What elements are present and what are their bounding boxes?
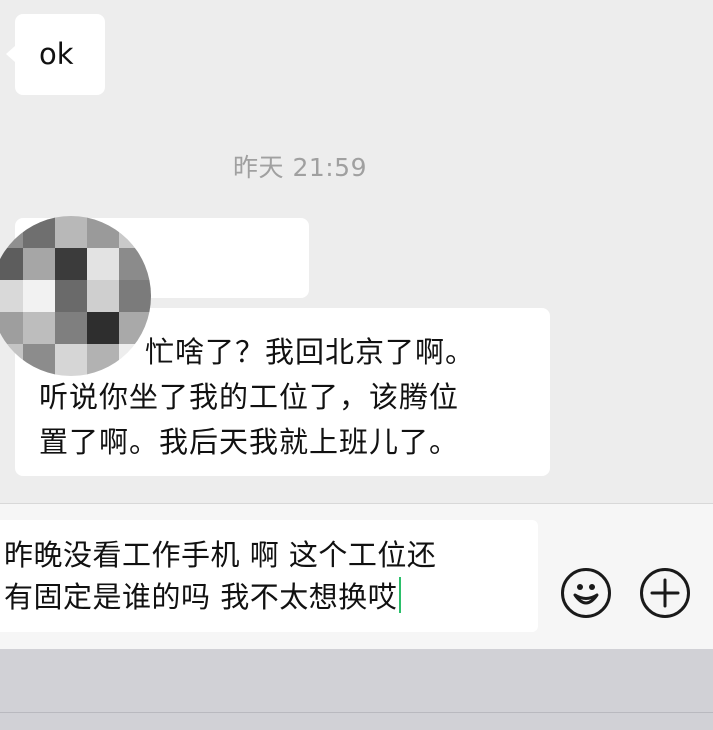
chat-area[interactable]: ok 昨天 21:59 忙啥了？我回北京了啊。 听说你坐了我的工位了，该腾位 置… [0, 0, 713, 503]
message-timestamp: 昨天 21:59 [233, 153, 367, 182]
emoji-smile-icon [573, 584, 599, 605]
more-button[interactable] [640, 568, 690, 618]
text-caret [399, 577, 402, 613]
message-draft[interactable]: 昨晚没看工作手机 啊 这个工位还 有固定是谁的吗 我不太想换哎 [4, 534, 524, 618]
keyboard-panel-divider [0, 712, 713, 713]
keyboard-panel [0, 649, 713, 730]
message-text: ok [39, 37, 74, 71]
message-input[interactable]: 昨晚没看工作手机 啊 这个工位还 有固定是谁的吗 我不太想换哎 [0, 520, 538, 632]
message-bubble-ok[interactable]: ok [6, 14, 105, 95]
emoji-button[interactable] [561, 568, 611, 618]
plus-circle-icon [650, 578, 680, 608]
